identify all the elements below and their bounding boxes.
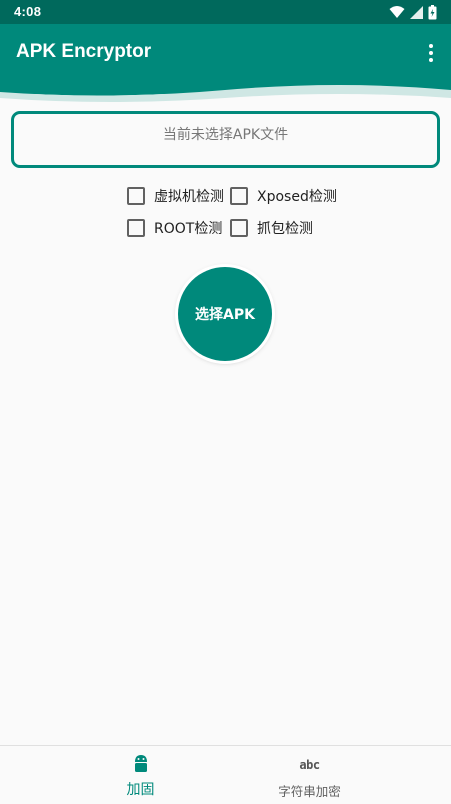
status-time: 4:08 xyxy=(14,4,42,19)
android-icon xyxy=(134,755,147,772)
option-label: Xposed检测 xyxy=(257,189,337,205)
option-vm-detection[interactable]: 虚拟机检测 xyxy=(127,185,224,207)
option-capture-detection[interactable]: 抓包检测 xyxy=(230,217,313,239)
status-bar: 4:08 xyxy=(0,0,451,24)
select-apk-button[interactable]: 选择APK xyxy=(178,267,272,361)
status-icons xyxy=(389,4,437,20)
option-label: ROOT检测 xyxy=(154,221,223,237)
abc-icon: abc xyxy=(299,758,320,772)
nav-label: 字符串加密 xyxy=(278,784,341,799)
signal-icon xyxy=(410,5,423,19)
app-bar-wave xyxy=(0,78,451,102)
checkbox-icon[interactable] xyxy=(127,187,145,205)
option-xposed-detection[interactable]: Xposed检测 xyxy=(230,185,337,207)
nav-item-string-encrypt[interactable]: abc 字符串加密 xyxy=(197,746,422,804)
bottom-nav: 加固 abc 字符串加密 xyxy=(0,745,451,804)
battery-icon xyxy=(428,4,437,19)
selected-file-text: 当前未选择APK文件 xyxy=(162,127,289,143)
option-label: 抓包检测 xyxy=(257,221,313,237)
checkbox-icon[interactable] xyxy=(230,187,248,205)
checkbox-icon[interactable] xyxy=(127,219,145,237)
more-vert-icon[interactable] xyxy=(421,42,441,64)
option-root-detection[interactable]: ROOT检测 xyxy=(127,217,222,239)
selected-file-box: 当前未选择APK文件 xyxy=(11,111,440,168)
app-title: APK Encryptor xyxy=(16,41,152,62)
option-label: 虚拟机检测 xyxy=(154,189,224,205)
checkbox-icon[interactable] xyxy=(230,219,248,237)
wifi-icon xyxy=(389,6,405,18)
